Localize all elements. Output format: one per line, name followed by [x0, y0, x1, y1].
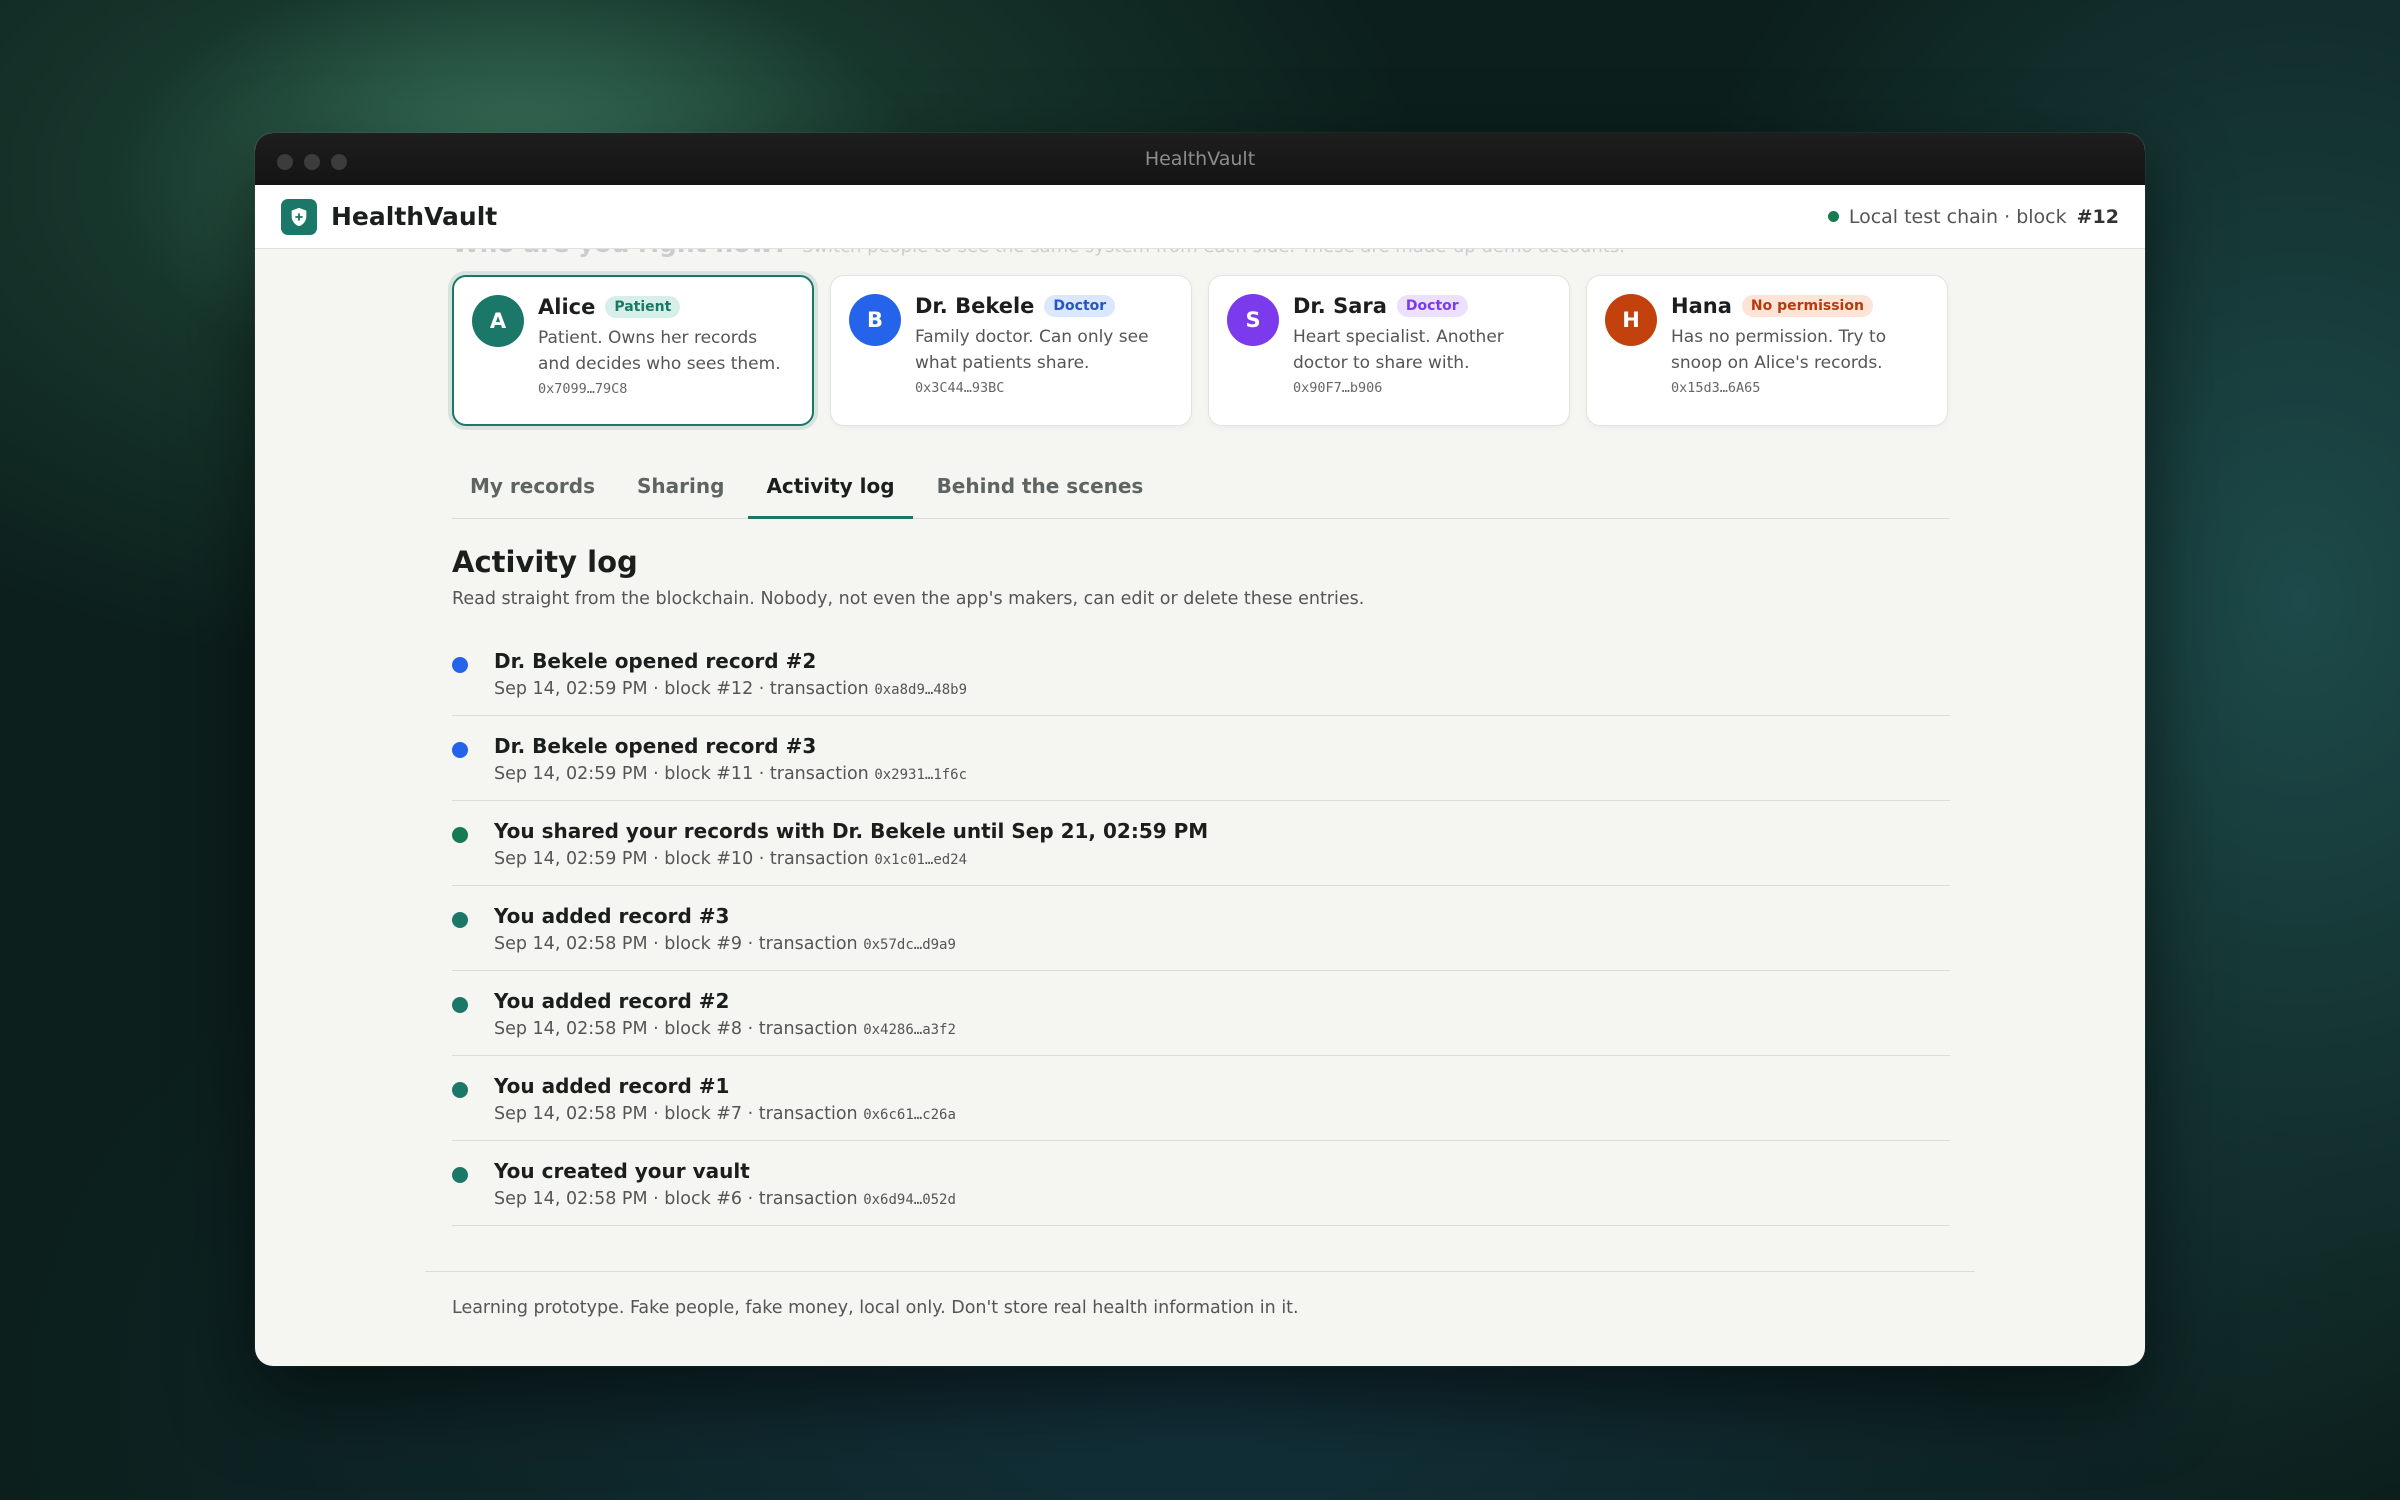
transaction-hash: 0x6d94…052d — [863, 1192, 956, 1208]
chain-status-dot-icon — [1827, 211, 1839, 222]
persona-description: Family doctor. Can only see what patient… — [915, 327, 1149, 373]
chain-status: Local test chain · block #12 — [1827, 205, 2119, 228]
persona-card-dr-sara[interactable]: S Dr. Sara Doctor Heart specialist. Anot… — [1208, 275, 1570, 426]
log-entry: You added record #2 Sep 14, 02:58 PM · b… — [452, 971, 1950, 1056]
chain-block-number: #12 — [2076, 205, 2119, 228]
persona-address: 0x7099…79C8 — [538, 381, 628, 397]
role-badge: Doctor — [1396, 295, 1468, 317]
log-entry-meta: Sep 14, 02:58 PM · block #7 · transactio… — [494, 1104, 858, 1124]
app-window: HealthVault HealthVault Local test chain… — [255, 133, 2145, 1366]
log-entry-meta: Sep 14, 02:59 PM · block #12 · transacti… — [494, 679, 869, 699]
persona-name: Hana — [1671, 294, 1732, 318]
role-badge: No permission — [1741, 295, 1873, 317]
log-entry-title: You shared your records with Dr. Bekele … — [494, 819, 1209, 843]
app-header: HealthVault Local test chain · block #12 — [255, 185, 2145, 249]
persona-description: Patient. Owns her records and decides wh… — [538, 328, 781, 374]
section-title: Activity log — [452, 545, 638, 579]
role-badge: Doctor — [1044, 295, 1116, 317]
log-entry-title: You created your vault — [494, 1159, 750, 1183]
tab-bar: My records Sharing Activity log Behind t… — [452, 460, 1950, 519]
maximize-window-button[interactable] — [331, 154, 347, 170]
persona-address: 0x3C44…93BC — [915, 380, 1005, 396]
log-dot-icon — [452, 1082, 468, 1098]
log-entry-meta: Sep 14, 02:59 PM · block #10 · transacti… — [494, 849, 869, 869]
log-entry: Dr. Bekele opened record #3 Sep 14, 02:5… — [452, 716, 1950, 801]
close-window-button[interactable] — [277, 154, 293, 170]
log-dot-icon — [452, 912, 468, 928]
transaction-hash: 0x4286…a3f2 — [863, 1022, 956, 1038]
persona-card-dr-bekele[interactable]: B Dr. Bekele Doctor Family doctor. Can o… — [830, 275, 1192, 426]
persona-description: Has no permission. Try to snoop on Alice… — [1671, 327, 1887, 373]
log-entry-title: Dr. Bekele opened record #2 — [494, 649, 817, 673]
window-title: HealthVault — [1144, 148, 1256, 170]
transaction-hash: 0xa8d9…48b9 — [874, 682, 968, 698]
log-entry-title: You added record #3 — [494, 904, 730, 928]
role-badge: Patient — [605, 296, 681, 318]
avatar: B — [849, 294, 901, 346]
log-entry-meta: Sep 14, 02:58 PM · block #8 · transactio… — [494, 1019, 858, 1039]
log-dot-icon — [452, 827, 468, 843]
log-dot-icon — [452, 1167, 468, 1183]
log-dot-icon — [452, 742, 468, 758]
persona-address: 0x15d3…6A65 — [1671, 380, 1761, 396]
log-dot-icon — [452, 997, 468, 1013]
tab-sharing[interactable]: Sharing — [619, 460, 742, 518]
persona-name: Dr. Bekele — [915, 294, 1035, 318]
log-dot-icon — [452, 657, 468, 673]
avatar: H — [1605, 294, 1657, 346]
log-entry: You added record #3 Sep 14, 02:58 PM · b… — [452, 886, 1950, 971]
persona-name: Dr. Sara — [1293, 294, 1387, 318]
log-entry-title: You added record #2 — [494, 989, 730, 1013]
section-subtitle: Read straight from the blockchain. Nobod… — [452, 589, 1365, 609]
footer-disclaimer: Learning prototype. Fake people, fake mo… — [425, 1271, 1975, 1318]
window-controls — [277, 154, 347, 170]
main-content: Who are you right now?Switch people to s… — [255, 229, 2145, 1226]
log-entry: Dr. Bekele opened record #2 Sep 14, 02:5… — [452, 631, 1950, 716]
persona-name: Alice — [538, 295, 596, 319]
log-entry-meta: Sep 14, 02:59 PM · block #11 · transacti… — [494, 764, 869, 784]
log-entry: You shared your records with Dr. Bekele … — [452, 801, 1950, 886]
transaction-hash: 0x57dc…d9a9 — [863, 937, 956, 953]
tab-my-records[interactable]: My records — [452, 460, 613, 518]
app-brand: HealthVault — [331, 202, 498, 231]
tab-activity-log[interactable]: Activity log — [748, 460, 913, 519]
log-entry-title: Dr. Bekele opened record #3 — [494, 734, 817, 758]
shield-logo-icon — [281, 198, 317, 235]
persona-description: Heart specialist. Another doctor to shar… — [1293, 327, 1504, 373]
persona-cards: A Alice Patient Patient. Owns her record… — [452, 249, 1950, 426]
persona-card-alice[interactable]: A Alice Patient Patient. Owns her record… — [452, 275, 814, 426]
activity-log-list: Dr. Bekele opened record #2 Sep 14, 02:5… — [452, 631, 1950, 1226]
chain-status-label: Local test chain · block — [1848, 205, 2067, 228]
avatar: A — [472, 295, 524, 347]
transaction-hash: 0x1c01…ed24 — [874, 852, 968, 868]
transaction-hash: 0x2931…1f6c — [874, 767, 968, 783]
transaction-hash: 0x6c61…c26a — [863, 1107, 956, 1123]
avatar: S — [1227, 294, 1279, 346]
window-titlebar: HealthVault — [255, 133, 2145, 185]
log-entry-meta: Sep 14, 02:58 PM · block #6 · transactio… — [494, 1189, 858, 1209]
persona-card-hana[interactable]: H Hana No permission Has no permission. … — [1586, 275, 1948, 426]
log-entry: You added record #1 Sep 14, 02:58 PM · b… — [452, 1056, 1950, 1141]
persona-address: 0x90F7…b906 — [1293, 380, 1383, 396]
tab-behind-the-scenes[interactable]: Behind the scenes — [919, 460, 1162, 518]
log-entry: You created your vault Sep 14, 02:58 PM … — [452, 1141, 1950, 1226]
log-entry-meta: Sep 14, 02:58 PM · block #9 · transactio… — [494, 934, 858, 954]
minimize-window-button[interactable] — [304, 154, 320, 170]
log-entry-title: You added record #1 — [494, 1074, 730, 1098]
